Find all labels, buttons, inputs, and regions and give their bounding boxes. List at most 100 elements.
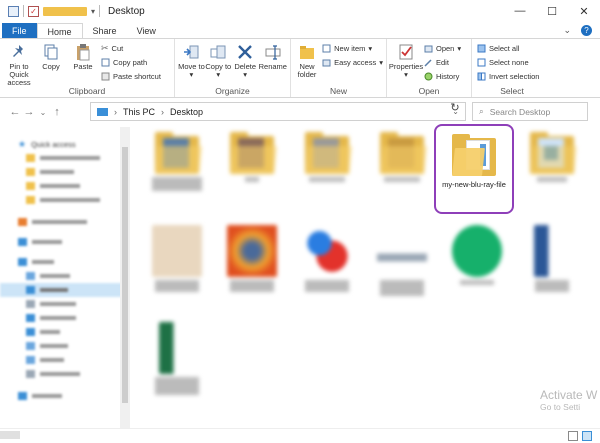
open-button[interactable]: Open ▾ (424, 42, 461, 55)
open-label: Open (418, 86, 440, 96)
search-icon: ⌕ (479, 106, 484, 116)
nav-item[interactable] (0, 389, 124, 403)
select-group: Select all Select none Invert selection … (472, 39, 552, 97)
navigation-pane: ★ Quick access (0, 127, 124, 431)
invert-selection-button[interactable]: Invert selection (477, 70, 539, 83)
refresh-icon[interactable]: ↻ (445, 101, 465, 114)
nav-item[interactable] (0, 367, 124, 381)
folder-icon (155, 132, 202, 174)
file-item[interactable] (217, 225, 287, 294)
copy-to-icon (210, 45, 226, 59)
nav-item[interactable] (0, 215, 124, 229)
folder-icon (26, 196, 35, 204)
customize-qa-chevron-icon[interactable]: ▾ (91, 7, 95, 16)
file-item[interactable] (292, 225, 362, 294)
easy-access-button[interactable]: Easy access ▾ (322, 56, 383, 69)
up-arrow-icon[interactable]: ↑ (50, 106, 64, 118)
nav-item[interactable] (0, 339, 124, 353)
nav-item[interactable] (0, 179, 124, 193)
downloads-icon (26, 314, 35, 322)
word-document-icon (534, 225, 570, 277)
title-bar: ✓ ▾ Desktop — ☐ ✕ (0, 0, 600, 22)
address-bar[interactable]: › This PC › Desktop ⌄ (90, 102, 466, 121)
back-arrow-icon[interactable]: ← (8, 106, 22, 118)
details-view-icon[interactable] (568, 431, 578, 441)
tab-home[interactable]: Home (36, 23, 83, 39)
expand-ribbon-chevron-icon[interactable]: ⌄ (563, 25, 571, 36)
nav-item[interactable] (0, 235, 124, 249)
properties-qa-icon[interactable]: ✓ (28, 5, 39, 17)
minimize-button[interactable]: — (504, 0, 536, 22)
pin-icon (13, 45, 23, 57)
file-item[interactable] (442, 225, 512, 287)
tab-view[interactable]: View (127, 23, 166, 39)
nav-item[interactable] (0, 353, 124, 367)
file-item[interactable] (142, 322, 212, 397)
properties-icon (399, 44, 413, 60)
app-eye-icon (227, 225, 277, 277)
file-item[interactable] (142, 225, 212, 294)
help-icon[interactable]: ? (581, 25, 592, 36)
file-item[interactable] (517, 225, 587, 294)
file-item[interactable] (142, 132, 212, 193)
edit-button[interactable]: Edit (424, 56, 461, 69)
file-item[interactable] (217, 132, 287, 184)
rename-icon (265, 45, 281, 60)
star-icon: ★ (18, 138, 27, 149)
nav-scrollbar[interactable] (120, 127, 130, 431)
move-to-icon (184, 45, 199, 59)
nav-quick-access[interactable]: ★ Quick access (0, 137, 124, 151)
close-button[interactable]: ✕ (568, 0, 600, 22)
folder-icon (380, 132, 427, 174)
delete-icon (238, 45, 253, 59)
nav-item[interactable] (0, 193, 124, 207)
app-photo-icon (302, 225, 352, 277)
file-item[interactable] (367, 225, 437, 298)
select-all-button[interactable]: Select all (477, 42, 539, 55)
status-bar (0, 428, 600, 443)
new-group: New folder New item ▾ Easy access ▾ New (291, 39, 387, 97)
new-item-button[interactable]: New item ▾ (322, 42, 383, 55)
nav-item[interactable] (0, 255, 124, 269)
history-button[interactable]: History (424, 70, 461, 83)
select-none-icon (477, 58, 486, 67)
this-pc-nav-icon (18, 258, 27, 266)
edit-icon (424, 59, 432, 67)
file-thumbnail-icon (377, 225, 427, 277)
clipboard-label: Clipboard (68, 86, 106, 96)
copy-path-button[interactable]: Copy path (101, 56, 161, 69)
file-item[interactable] (292, 132, 362, 184)
recent-locations-chevron-icon[interactable]: ⌄ (36, 108, 50, 117)
file-item[interactable] (367, 132, 437, 184)
forward-arrow-icon[interactable]: → (22, 106, 36, 118)
nav-item[interactable] (0, 311, 124, 325)
nav-item[interactable] (0, 165, 124, 179)
select-none-button[interactable]: Select none (477, 56, 539, 69)
search-input[interactable]: ⌕ Search Desktop (472, 102, 588, 121)
new-label: New (329, 86, 347, 96)
breadcrumb-this-pc[interactable]: This PC (123, 107, 155, 117)
organize-label: Organize (215, 86, 250, 96)
folder-icon (26, 168, 35, 176)
horizontal-scrollbar[interactable] (0, 431, 20, 439)
maximize-button[interactable]: ☐ (536, 0, 568, 22)
breadcrumb-desktop[interactable]: Desktop (170, 107, 203, 117)
cut-button[interactable]: ✂ Cut (101, 42, 161, 55)
paste-shortcut-button[interactable]: Paste shortcut (101, 70, 161, 83)
new-folder-qa-icon[interactable] (43, 6, 87, 16)
nav-item[interactable] (0, 151, 124, 165)
address-row: ← → ⌄ ↑ › This PC › Desktop ⌄ ↻ ⌕ Search… (0, 98, 600, 126)
nav-item-desktop[interactable] (0, 283, 124, 297)
videos-icon (26, 356, 35, 364)
documents-icon (26, 300, 35, 308)
tab-share[interactable]: Share (83, 23, 127, 39)
highlighted-file-item[interactable]: my-new-blu-ray-file (434, 124, 514, 214)
open-icon (424, 45, 433, 53)
nav-item[interactable] (0, 269, 124, 283)
clipboard-group: Pin to Quick access Copy Paste ✂ Cut Copy… (0, 39, 175, 97)
nav-item[interactable] (0, 325, 124, 339)
large-icons-view-icon[interactable] (582, 431, 592, 441)
nav-item[interactable] (0, 297, 124, 311)
file-item[interactable] (517, 132, 587, 184)
tab-file[interactable]: File (2, 23, 37, 39)
